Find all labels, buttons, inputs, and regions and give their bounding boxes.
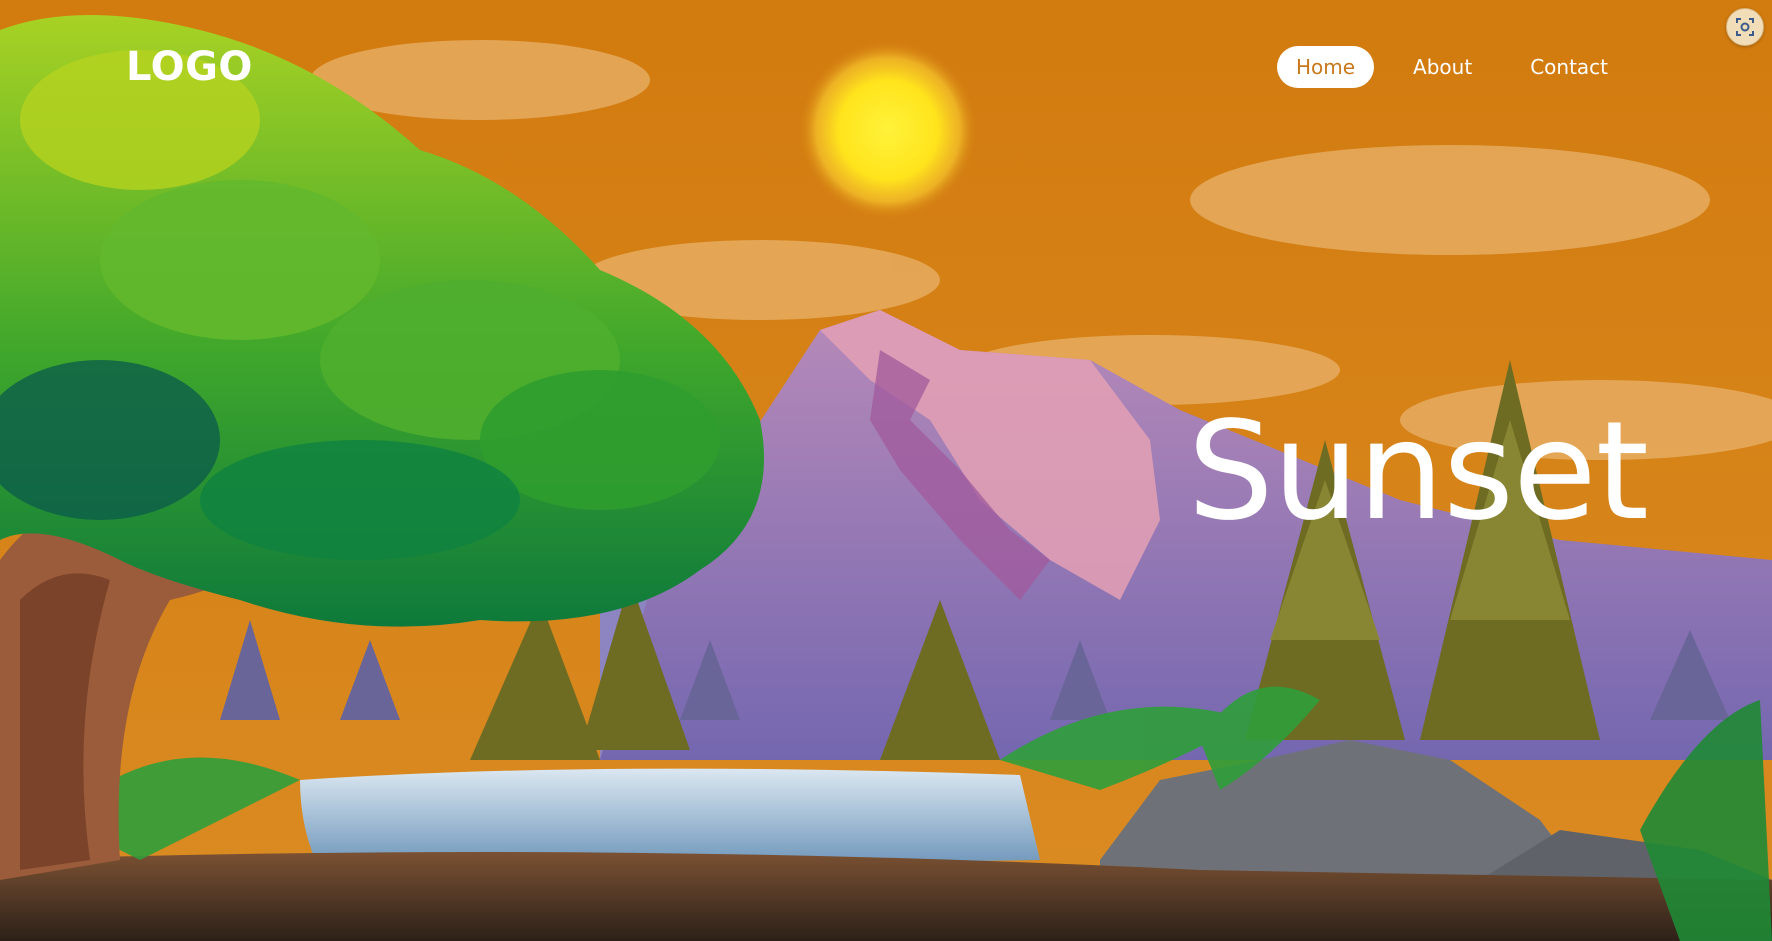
logo[interactable]: LOGO — [126, 44, 253, 90]
screenshot-button[interactable] — [1726, 8, 1764, 46]
top-navbar: LOGO Home About Contact — [0, 0, 1772, 140]
nav-contact-link[interactable]: Contact — [1511, 46, 1627, 88]
nav-home-link[interactable]: Home — [1276, 46, 1375, 88]
nav-about-link[interactable]: About — [1394, 46, 1491, 88]
hero-title: Sunset — [1187, 393, 1649, 551]
screenshot-capture-icon — [1736, 18, 1754, 36]
main-nav: Home About Contact — [1276, 46, 1627, 88]
